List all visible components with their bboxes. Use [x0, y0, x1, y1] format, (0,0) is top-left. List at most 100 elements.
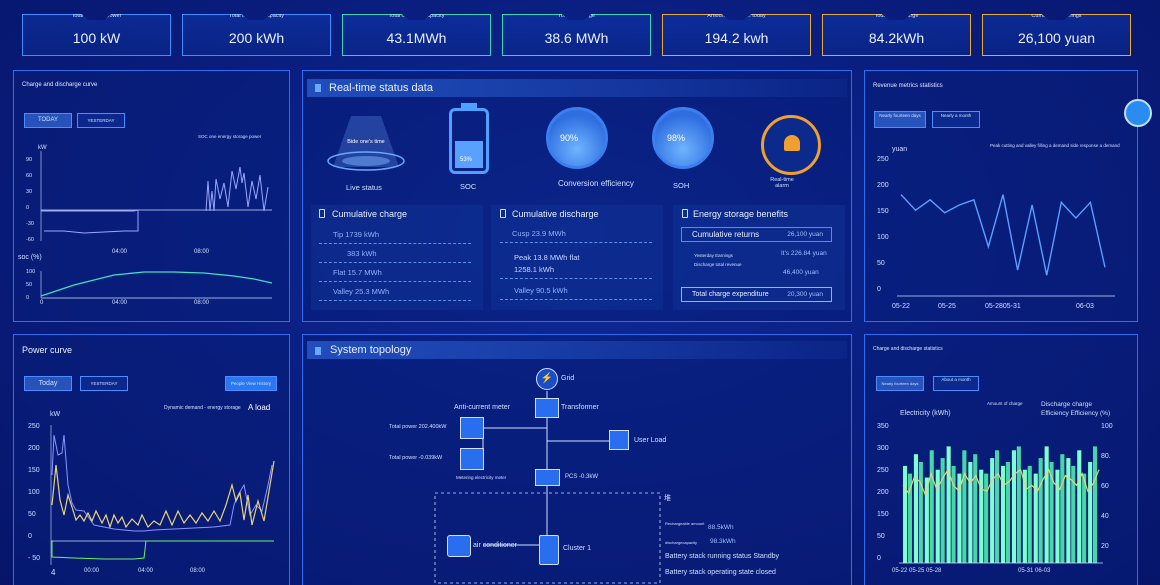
- alarm-label: Real-time alarm: [770, 177, 794, 189]
- stats-bar-discharge: [973, 454, 978, 563]
- kpi-label: Cumulative earnings: [1031, 13, 1082, 19]
- topology-panel: System topology ⚡ Grid Transformer Anti-…: [302, 334, 852, 585]
- stats-bar-charge: [1011, 450, 1016, 563]
- kpi-value: 194.2 kwh: [704, 30, 769, 46]
- battery-icon: [449, 103, 489, 174]
- revenue-chart: [897, 194, 1115, 297]
- revenue-panel: Revenue metrics statistics Nearly fourte…: [864, 70, 1152, 322]
- yesterday-earnings-label: Yesterday Earnings: [694, 253, 733, 258]
- cum-discharge-row-3: Valley 90.5 kWh: [500, 284, 652, 300]
- stats-bar-charge: [968, 462, 973, 563]
- realtime-panel: Real-time status data Bide one's time Li…: [302, 70, 852, 322]
- charge-expenditure-row: Total charge expenditure 20,300 yuan: [681, 287, 832, 302]
- discharge-total-label: Discharge total revenue: [694, 262, 742, 267]
- transformer-label: Transformer: [561, 404, 599, 411]
- live-status-visual: [327, 116, 405, 171]
- stats-bar-discharge: [1027, 465, 1032, 563]
- benefits-title: Energy storage benefits: [693, 209, 789, 219]
- kpi-card-4: Amount of charge today 194.2 kwh: [662, 14, 811, 56]
- kpi-value: 200 kWh: [228, 30, 285, 46]
- stats-bar-discharge: [1093, 446, 1098, 563]
- cum-discharge-title: Cumulative discharge: [512, 209, 599, 219]
- charge-expenditure-label: Total charge expenditure: [692, 291, 769, 298]
- kpi-card-1: Total installed capacity 200 kWh: [182, 14, 331, 56]
- soc-label: SOC: [460, 182, 477, 191]
- kpi-value: 100 kW: [72, 30, 121, 46]
- stats-bar-discharge: [1005, 462, 1010, 563]
- cum-charge-icon: [319, 209, 325, 218]
- kpi-card-2: Total charging capacity 43.1MWh: [342, 14, 491, 56]
- stats-bar-discharge: [940, 458, 945, 563]
- alarm-icon[interactable]: [761, 115, 821, 175]
- air-conditioner-icon[interactable]: [447, 535, 471, 557]
- metering-meter-icon[interactable]: [460, 448, 484, 470]
- soh-label: SOH: [673, 181, 690, 190]
- kpi-value: 38.6 MWh: [544, 30, 609, 46]
- cum-returns-row: Cumulative returns 26,100 yuan: [681, 227, 832, 242]
- stack-running-status: Battery stack running status Standby: [665, 553, 780, 560]
- cluster-icon[interactable]: [539, 535, 559, 565]
- pcs-icon[interactable]: [535, 469, 560, 486]
- grid-icon[interactable]: ⚡: [536, 368, 558, 390]
- kpi-label: Amount of charge today: [707, 13, 766, 19]
- cum-discharge-icon: [500, 209, 506, 218]
- stats-bar-discharge: [1060, 454, 1065, 563]
- power-curve-panel: Power curve Today YESTERDAY People View …: [13, 334, 290, 585]
- cum-charge-row-2: Flat 15.7 MWh: [319, 266, 471, 282]
- cum-discharge-row-0: Cusp 23.9 MWh: [500, 227, 652, 243]
- cum-charge-row-0: Tip 1739 kWh: [319, 228, 471, 244]
- power-curve-chart: [50, 425, 275, 565]
- revenue-line: [900, 194, 1106, 276]
- cluster-label: Cluster 1: [563, 545, 592, 552]
- live-status-label: Live status: [346, 183, 382, 192]
- user-load-label: User Load: [634, 437, 667, 444]
- soc-fill: [455, 141, 483, 168]
- charge-expenditure-value: 20,300 yuan: [787, 291, 823, 298]
- total-power-2: Total power -0.039kW: [389, 455, 443, 461]
- stats-panel: Charge and discharge statistics Nearly f…: [864, 334, 1138, 585]
- kpi-value: 43.1MWh: [386, 30, 447, 46]
- user-load-icon[interactable]: [609, 430, 629, 450]
- pcs-label: PCS -0.3kW: [565, 474, 599, 480]
- transformer-icon[interactable]: [535, 398, 559, 418]
- cum-charge-row-3: Valley 25.3 MWh: [319, 285, 471, 301]
- stats-bar-charge: [979, 469, 984, 563]
- anti-meter-label: Anti-current meter: [454, 404, 511, 411]
- kpi-card-5: Today's discharge 84.2kWh: [822, 14, 971, 56]
- cum-returns-value: 26,100 yuan: [787, 231, 823, 238]
- soc-percent: 53%: [460, 157, 473, 163]
- charge-curve-chart: [40, 151, 273, 299]
- stats-bar-discharge: [1038, 458, 1043, 563]
- realtime-title-marker: [315, 84, 321, 92]
- charge-curve-panel: Charge and discharge curve TODAY YESTERD…: [13, 70, 290, 322]
- rechargeable-label: Rechargeable amount: [665, 521, 705, 526]
- anti-meter-icon[interactable]: [460, 417, 484, 439]
- stats-bar-charge: [1044, 446, 1049, 563]
- stats-bar-discharge: [1016, 446, 1021, 563]
- kpi-card-0: Total installed power 100 kW: [22, 14, 171, 56]
- kpi-card-6: Cumulative earnings 26,100 yuan: [982, 14, 1131, 56]
- kpi-label: Total installed power: [71, 13, 122, 19]
- kpi-value: 84.2kWh: [868, 30, 925, 46]
- stats-bar-charge: [1088, 462, 1093, 563]
- benefits-icon: [682, 209, 688, 218]
- cum-charge-row-1: 383 kWh: [319, 247, 471, 263]
- stack-operating-state: Battery stack operating state closed: [665, 569, 776, 576]
- conversion-percent: 90%: [560, 133, 579, 143]
- discharge-total-value: 46,400 yuan: [783, 269, 819, 276]
- realtime-title: Real-time status data: [329, 82, 433, 94]
- soh-percent: 98%: [667, 133, 686, 143]
- cum-charge-title: Cumulative charge: [332, 209, 408, 219]
- side-char: 堆: [664, 495, 671, 502]
- discharge-capacity-label: dischargecapacity: [665, 540, 698, 545]
- stats-bar-charge: [990, 458, 995, 563]
- kpi-value: 26,100 yuan: [1017, 30, 1096, 46]
- stats-bar-charge: [903, 465, 908, 563]
- stats-bar-discharge: [984, 473, 989, 563]
- stats-bar-charge: [1033, 473, 1038, 563]
- stats-bar-charge: [1055, 469, 1060, 563]
- stats-bar-charge: [1066, 458, 1071, 563]
- stats-bar-discharge: [918, 462, 923, 563]
- conversion-label: Conversion efficiency: [558, 179, 634, 188]
- stats-bar-charge: [913, 454, 918, 563]
